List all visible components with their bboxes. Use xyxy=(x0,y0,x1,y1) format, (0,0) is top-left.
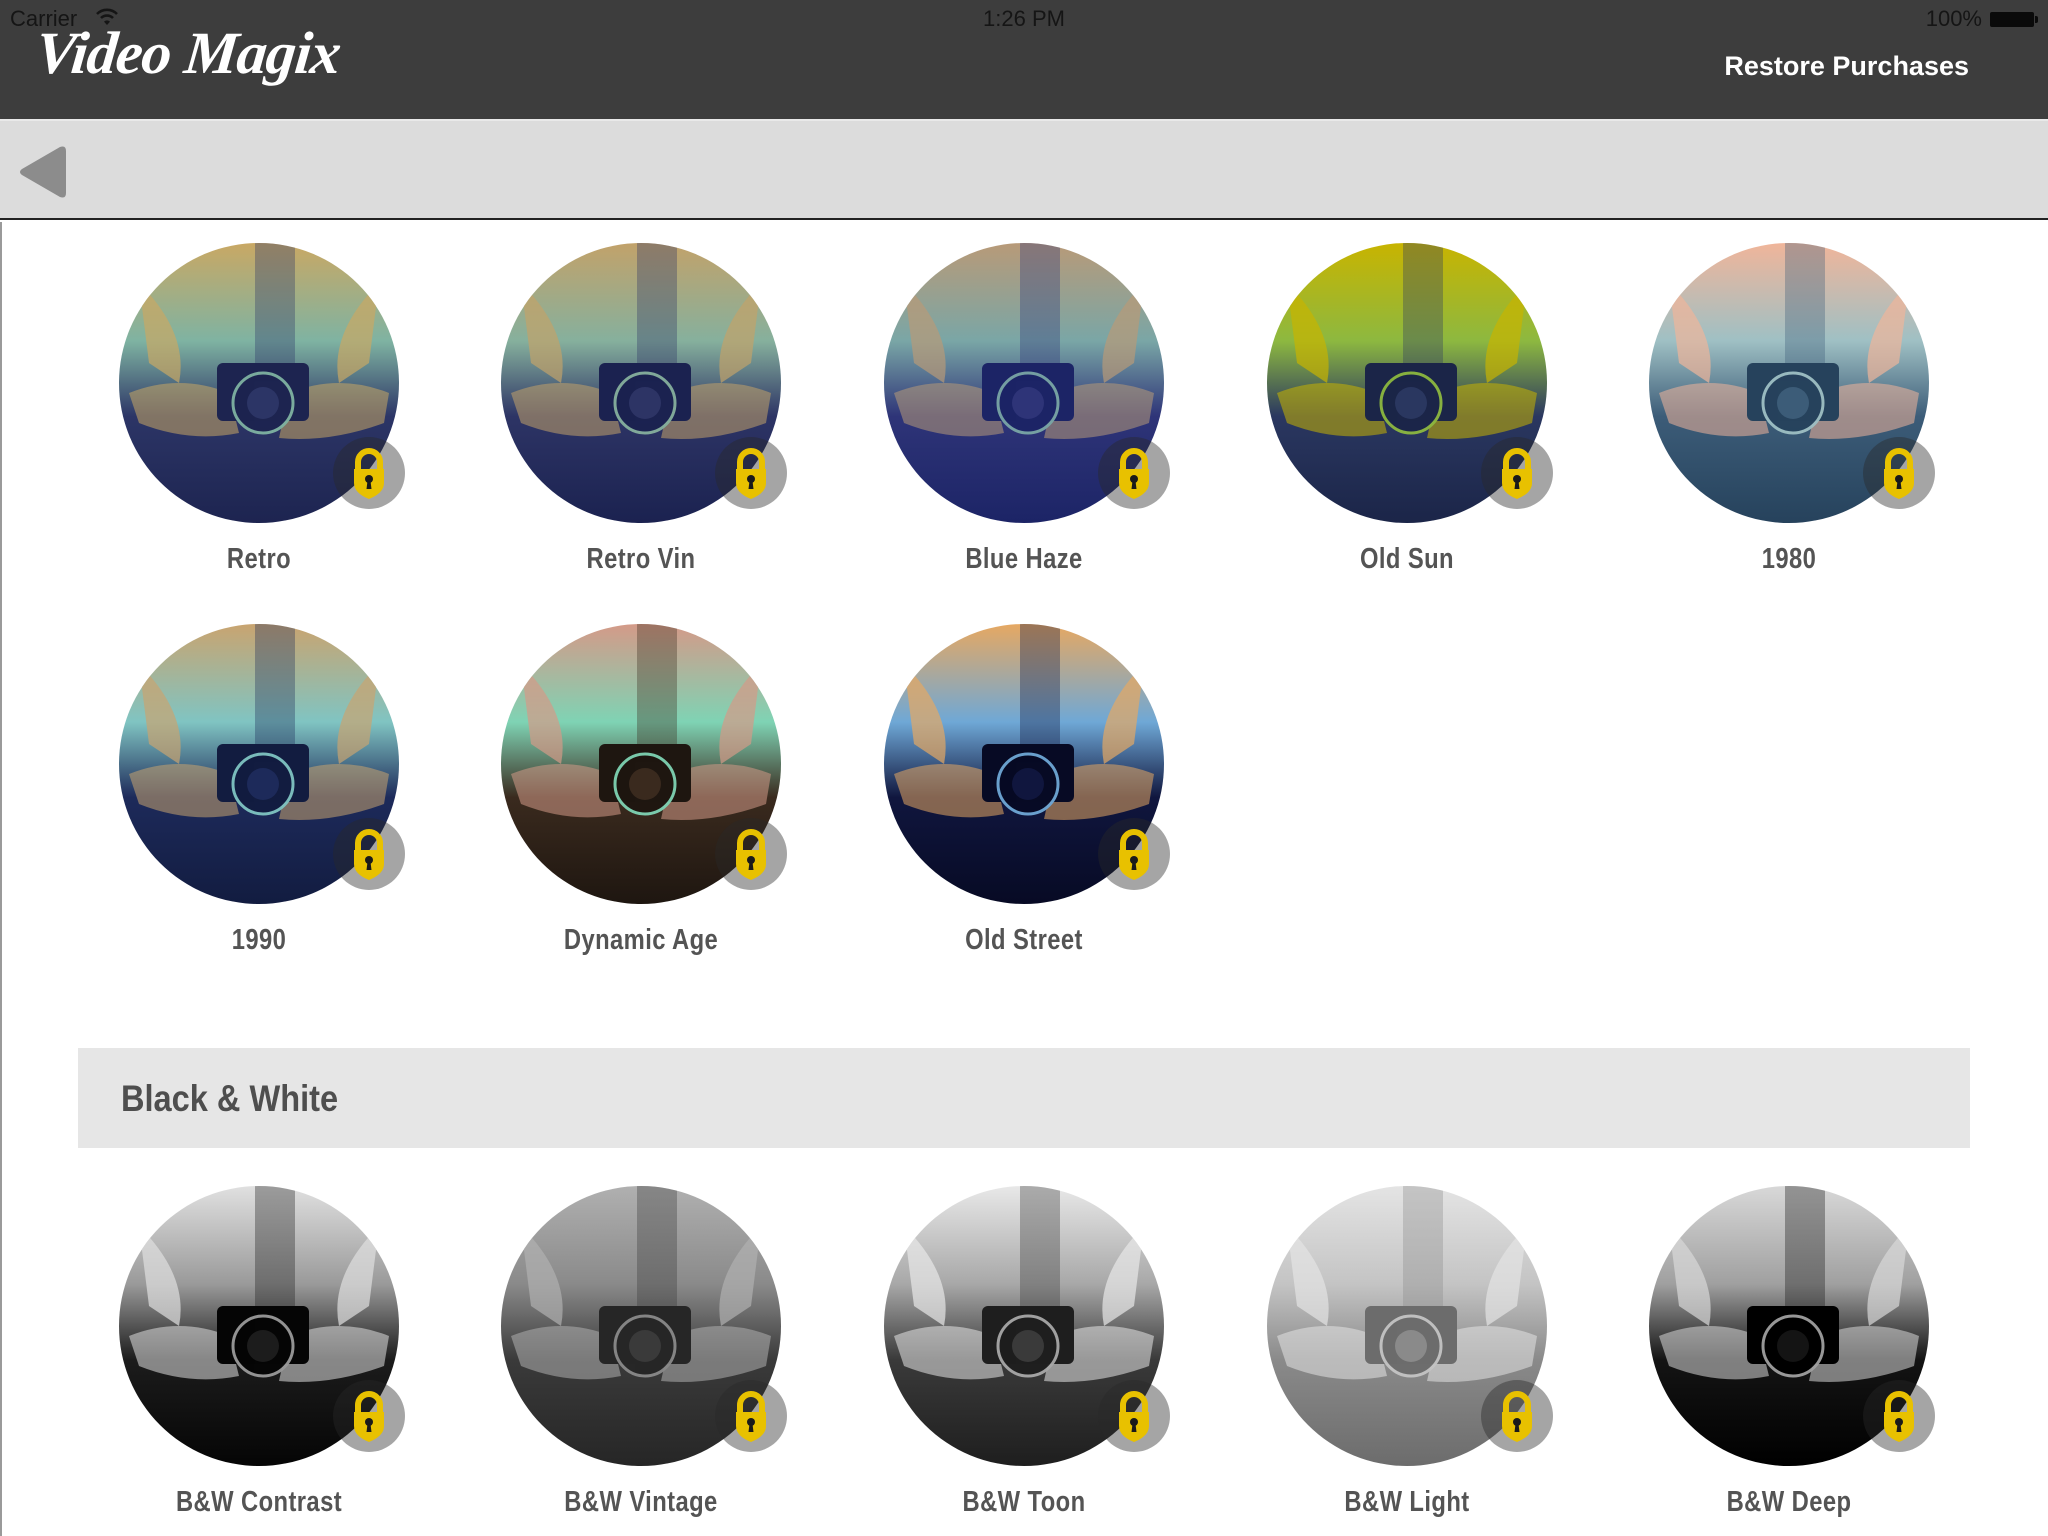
filter-tile[interactable]: B&W Toon xyxy=(874,1186,1174,1526)
section-title: Black & White xyxy=(121,1078,339,1119)
battery-percent: 100% xyxy=(1925,6,1982,31)
filter-label: Old Street xyxy=(965,924,1083,956)
lock-icon xyxy=(333,437,405,509)
lock-icon xyxy=(333,1380,405,1452)
filter-tile[interactable]: Dynamic Age xyxy=(491,624,791,964)
lock-icon xyxy=(1481,437,1553,509)
filter-tile[interactable]: Retro Vin xyxy=(491,243,791,583)
filter-label: Blue Haze xyxy=(965,543,1083,575)
filter-tile[interactable]: 1980 xyxy=(1639,243,1939,583)
filter-label: Dynamic Age xyxy=(563,924,719,956)
lock-icon xyxy=(1098,818,1170,890)
filter-tile[interactable]: B&W Contrast xyxy=(109,1186,409,1526)
battery-icon xyxy=(1990,12,2038,27)
left-edge-divider xyxy=(0,222,2,1536)
lock-icon xyxy=(1098,437,1170,509)
filter-tile[interactable]: B&W Light xyxy=(1257,1186,1557,1526)
filter-tile[interactable]: B&W Deep xyxy=(1639,1186,1939,1526)
filter-label: 1980 xyxy=(1761,543,1817,575)
lock-icon xyxy=(1481,1380,1553,1452)
filter-tile[interactable]: Retro xyxy=(109,243,409,583)
filter-label: Retro xyxy=(226,543,292,575)
filter-label: B&W Contrast xyxy=(175,1486,343,1518)
filter-label: B&W Toon xyxy=(962,1486,1086,1518)
lock-icon xyxy=(715,437,787,509)
toolbar xyxy=(0,119,2048,220)
lock-icon xyxy=(715,1380,787,1452)
lock-icon xyxy=(1863,1380,1935,1452)
filter-tile[interactable]: B&W Vintage xyxy=(491,1186,791,1526)
restore-purchases-button[interactable]: Restore Purchases xyxy=(1724,50,1969,82)
filter-tile[interactable]: Blue Haze xyxy=(874,243,1174,583)
lock-icon xyxy=(1098,1380,1170,1452)
lock-icon xyxy=(333,818,405,890)
filter-label: B&W Light xyxy=(1344,1486,1470,1518)
filter-label: Retro Vin xyxy=(586,543,696,575)
app-header: Carrier 1:26 PM 100% Video Magix Restore… xyxy=(0,0,2048,119)
app-logo: Video Magix xyxy=(32,20,344,86)
filter-label: B&W Vintage xyxy=(564,1486,718,1518)
filter-tile[interactable]: Old Sun xyxy=(1257,243,1557,583)
filter-tile[interactable]: 1990 xyxy=(109,624,409,964)
filter-label: Old Sun xyxy=(1359,543,1455,575)
back-triangle-icon[interactable] xyxy=(14,141,74,203)
filter-label: B&W Deep xyxy=(1726,1486,1852,1518)
lock-icon xyxy=(715,818,787,890)
filter-label: 1990 xyxy=(231,924,287,956)
lock-icon xyxy=(1863,437,1935,509)
section-header-bw: Black & White xyxy=(78,1048,1970,1148)
filter-tile[interactable]: Old Street xyxy=(874,624,1174,964)
